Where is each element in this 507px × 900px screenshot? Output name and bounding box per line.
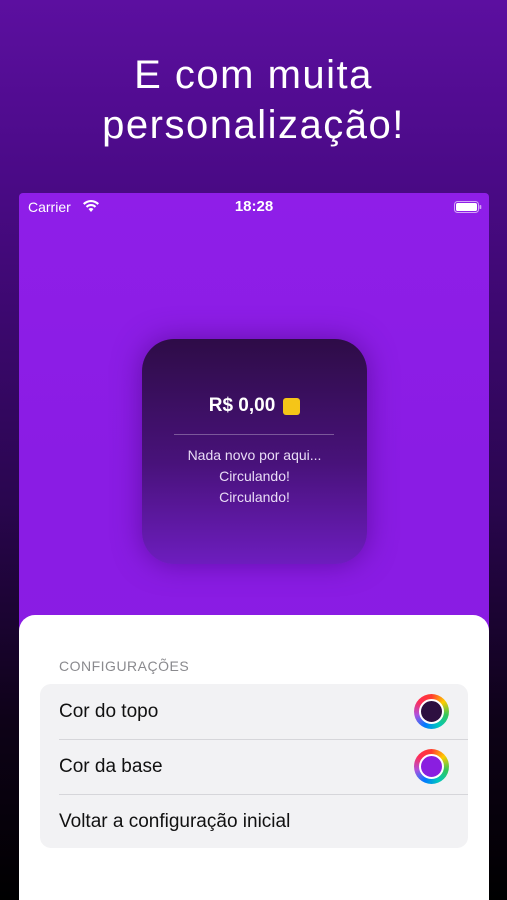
balance-row: R$ 0,00 <box>142 395 367 417</box>
promo-headline-line1: E com muita <box>134 53 373 97</box>
settings-sheet: CONFIGURAÇÕES Cor do topo Cor da base Vo… <box>19 615 489 900</box>
settings-row-base-color[interactable]: Cor da base <box>40 739 468 794</box>
base-color-swatch <box>419 754 444 779</box>
coin-icon <box>283 397 301 415</box>
color-picker-icon[interactable] <box>414 749 449 784</box>
settings-list: Cor do topo Cor da base Voltar a configu… <box>40 684 468 848</box>
settings-row-top-color[interactable]: Cor do topo <box>40 684 468 739</box>
settings-row-label: Cor da base <box>59 755 163 777</box>
settings-row-reset[interactable]: Voltar a configuração inicial <box>40 794 468 848</box>
color-picker-icon[interactable] <box>414 694 449 729</box>
balance-widget: R$ 0,00 Nada novo por aqui... Circulando… <box>142 339 367 564</box>
promo-headline: E com muita personalização! <box>0 50 507 150</box>
settings-row-label: Voltar a configuração inicial <box>59 810 291 832</box>
widget-message: Circulando! <box>219 489 290 505</box>
top-color-swatch <box>419 699 444 724</box>
battery-icon <box>454 201 482 213</box>
status-time: 18:28 <box>234 198 274 215</box>
widget-divider <box>174 434 334 435</box>
widget-message: Nada novo por aqui... <box>187 447 322 463</box>
balance-amount: R$ 0,00 <box>208 395 276 416</box>
widget-message: Circulando! <box>219 468 290 484</box>
status-bar: Carrier 18:28 <box>19 193 489 221</box>
promo-headline-line2: personalização! <box>102 103 405 147</box>
settings-row-label: Cor do topo <box>59 700 159 722</box>
settings-section-title: CONFIGURAÇÕES <box>59 658 190 674</box>
widget-messages: Nada novo por aqui... Circulando! Circul… <box>142 445 367 508</box>
